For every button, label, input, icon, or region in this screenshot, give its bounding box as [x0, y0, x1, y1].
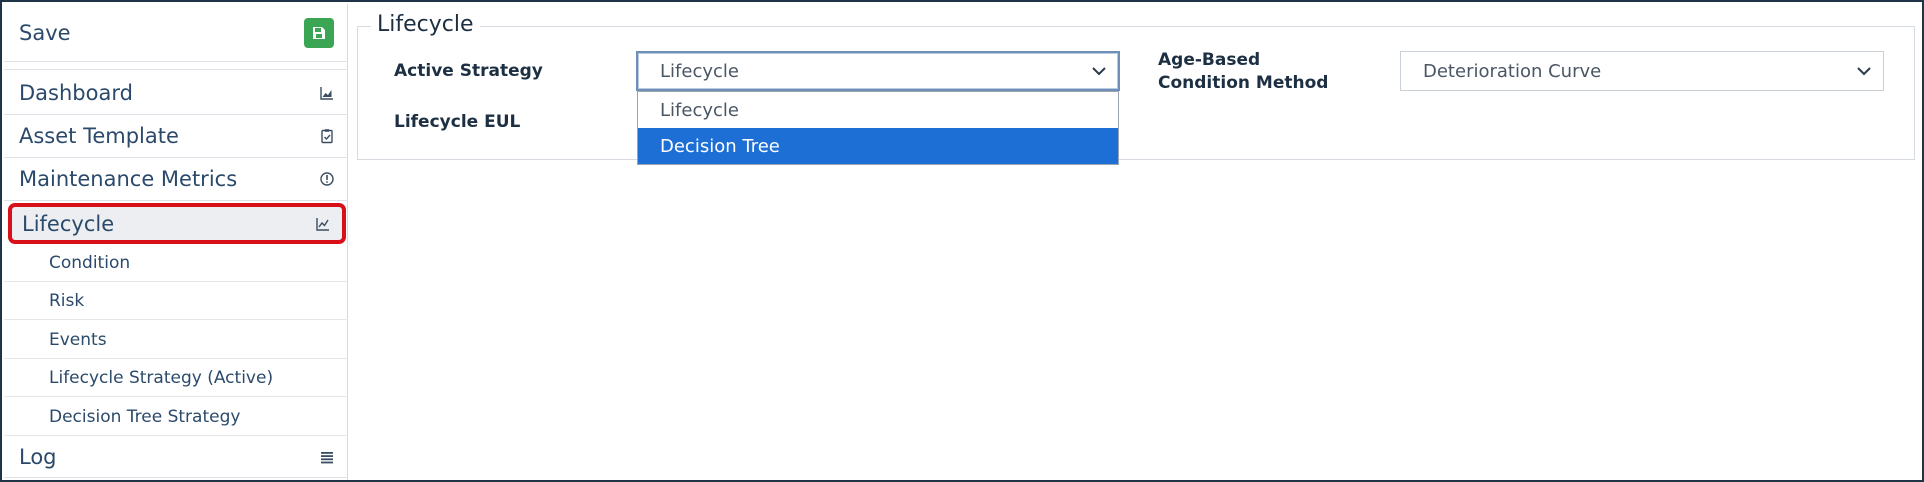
sidebar-subitem-condition[interactable]: Condition — [4, 244, 348, 282]
section-title: Lifecycle — [371, 12, 480, 37]
age-based-condition-value: Deterioration Curve — [1423, 60, 1602, 82]
info-circle-icon — [318, 170, 336, 188]
sidebar-separator — [4, 62, 348, 70]
area-chart-icon — [318, 84, 336, 102]
sidebar-item-dashboard[interactable]: Dashboard — [4, 72, 348, 115]
active-strategy-select[interactable]: Lifecycle — [636, 51, 1120, 91]
active-strategy-dropdown: Lifecycle Decision Tree — [637, 91, 1119, 165]
save-label: Save — [19, 20, 71, 45]
sidebar-subitem-lifecycle-strategy[interactable]: Lifecycle Strategy (Active) — [4, 359, 348, 397]
sidebar-subitem-events[interactable]: Events — [4, 321, 348, 359]
chevron-down-icon — [1855, 61, 1873, 82]
sidebar-item-label: Asset Template — [19, 124, 179, 148]
sidebar-item-label: Log — [19, 444, 57, 469]
app-frame: Save Dashboard Asset Template Maintenanc… — [0, 0, 1924, 482]
active-strategy-value: Lifecycle — [660, 60, 739, 82]
sidebar-item-maintenance-metrics[interactable]: Maintenance Metrics — [4, 158, 348, 201]
age-based-condition-label: Age-Based Condition Method — [1158, 50, 1329, 93]
lifecycle-eul-label: Lifecycle EUL — [394, 112, 521, 132]
sidebar-item-label: Lifecycle — [22, 211, 115, 236]
floppy-disk-icon — [313, 26, 325, 39]
sidebar: Save Dashboard Asset Template Maintenanc… — [4, 4, 348, 480]
age-based-condition-select[interactable]: Deterioration Curve — [1400, 51, 1884, 91]
sidebar-item-label: Dashboard — [19, 81, 133, 105]
save-row[interactable]: Save — [4, 4, 348, 62]
sidebar-item-lifecycle[interactable]: Lifecycle — [8, 203, 346, 244]
list-icon — [318, 448, 336, 466]
sidebar-item-log[interactable]: Log — [4, 436, 348, 478]
save-button[interactable] — [304, 17, 334, 48]
sidebar-subitem-risk[interactable]: Risk — [4, 282, 348, 320]
line-chart-icon — [314, 215, 332, 233]
sidebar-item-asset-template[interactable]: Asset Template — [4, 115, 348, 158]
clipboard-check-icon — [318, 127, 336, 145]
dropdown-option-lifecycle[interactable]: Lifecycle — [638, 92, 1118, 128]
sidebar-item-label: Maintenance Metrics — [19, 167, 238, 191]
dropdown-option-decision-tree[interactable]: Decision Tree — [638, 128, 1118, 164]
lifecycle-fieldset — [357, 26, 1915, 160]
active-strategy-label: Active Strategy — [394, 61, 543, 81]
chevron-down-icon — [1090, 61, 1108, 82]
sidebar-subitem-decision-tree-strategy[interactable]: Decision Tree Strategy — [4, 398, 348, 436]
